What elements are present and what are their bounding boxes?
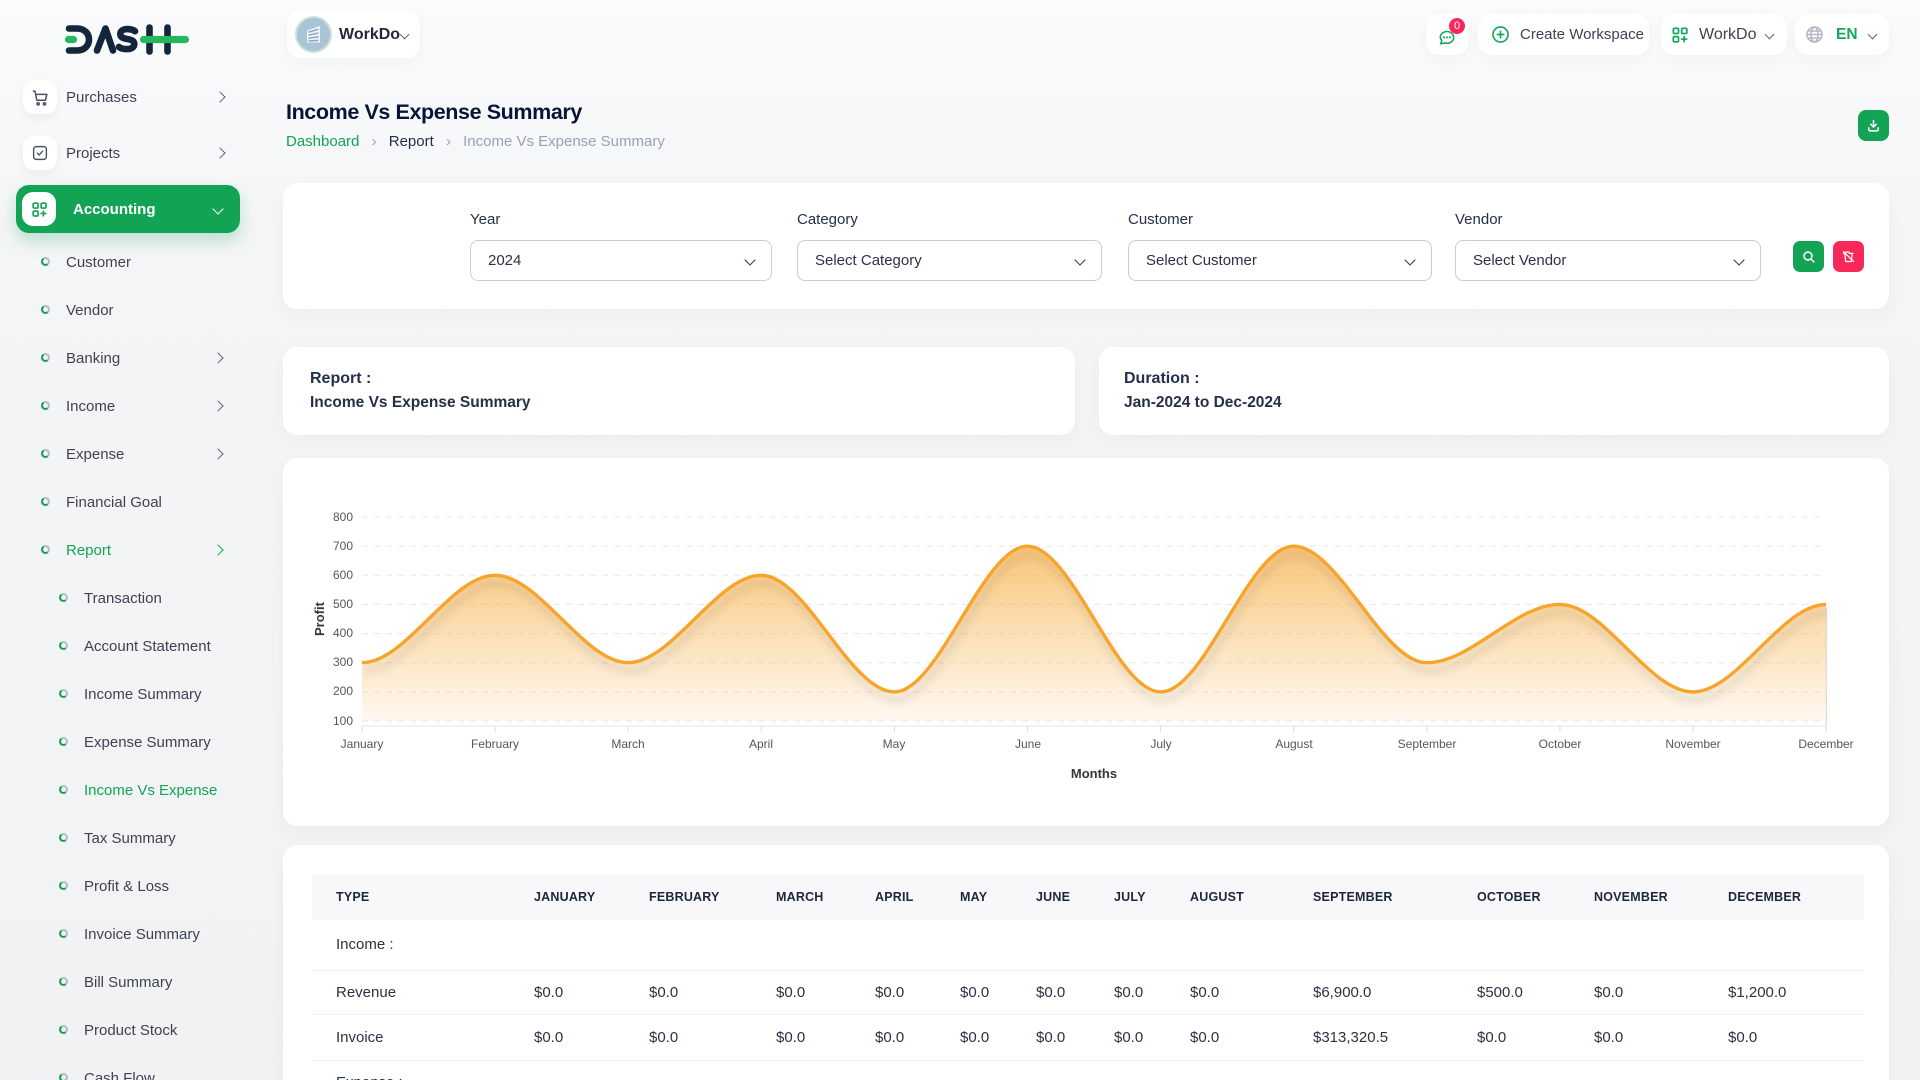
svg-text:700: 700 (333, 539, 353, 553)
svg-text:September: September (1398, 737, 1457, 751)
svg-text:Months: Months (1071, 766, 1117, 781)
svg-text:April: April (749, 737, 773, 751)
svg-text:500: 500 (333, 597, 353, 611)
svg-text:Profit: Profit (312, 601, 327, 636)
svg-text:200: 200 (333, 684, 353, 698)
svg-text:400: 400 (333, 626, 353, 640)
svg-text:November: November (1665, 737, 1720, 751)
svg-text:300: 300 (333, 655, 353, 669)
svg-text:May: May (883, 737, 906, 751)
svg-text:100: 100 (333, 714, 353, 728)
svg-text:December: December (1798, 737, 1853, 751)
svg-text:August: August (1275, 737, 1313, 751)
svg-text:January: January (341, 737, 384, 751)
svg-text:February: February (471, 737, 519, 751)
svg-text:600: 600 (333, 568, 353, 582)
svg-text:800: 800 (333, 510, 353, 524)
svg-text:March: March (611, 737, 644, 751)
svg-text:July: July (1150, 737, 1171, 751)
svg-text:October: October (1539, 737, 1582, 751)
svg-text:June: June (1015, 737, 1041, 751)
